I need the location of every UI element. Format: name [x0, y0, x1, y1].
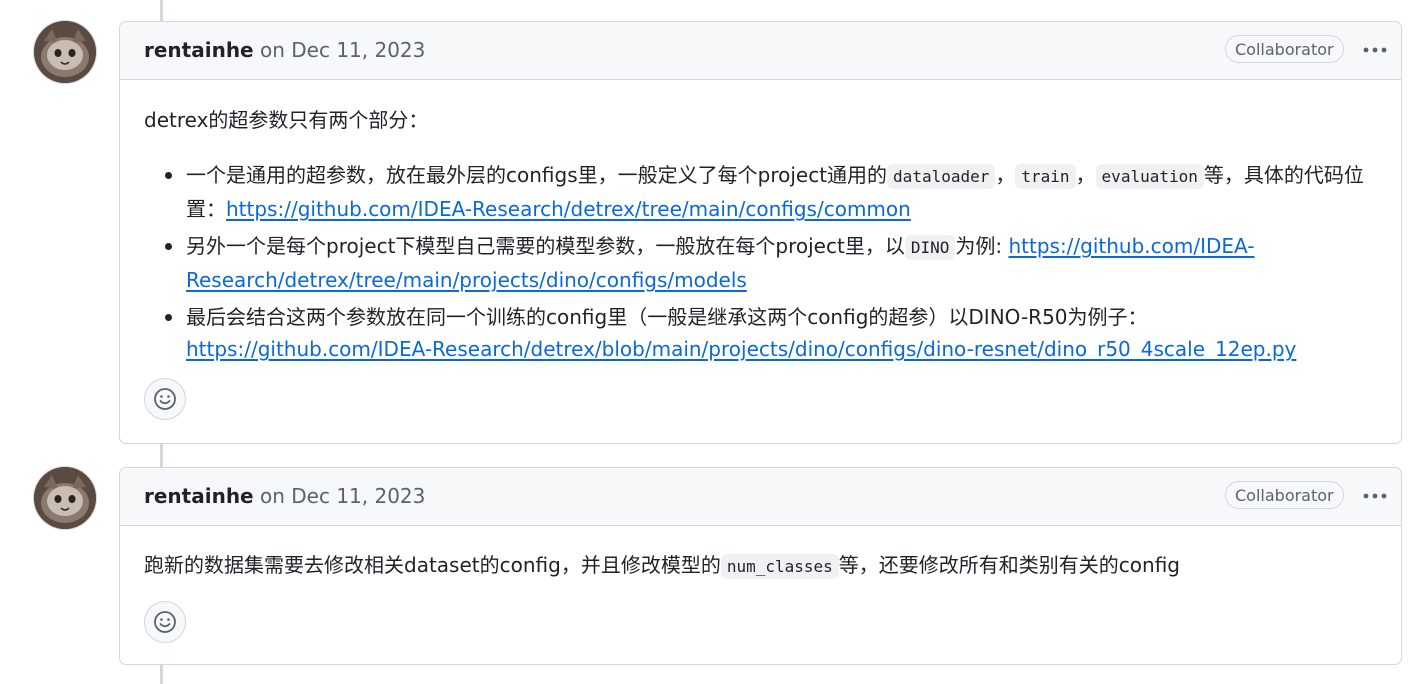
list-item-text: ，: [995, 163, 1016, 187]
comment-timestamp[interactable]: on Dec 11, 2023: [260, 38, 425, 62]
comment-header: rentainhe on Dec 11, 2023 Collaborator: [120, 468, 1401, 526]
comment-box: rentainhe on Dec 11, 2023 Collaborator d…: [119, 21, 1402, 444]
list-item-text: 最后会结合这两个参数放在同一个训练的config里（一般是继承这两个config…: [186, 305, 1148, 329]
dino-r50-config-link[interactable]: https://github.com/IDEA-Research/detrex/…: [186, 337, 1296, 361]
common-configs-link[interactable]: https://github.com/IDEA-Research/detrex/…: [226, 197, 911, 221]
author-link[interactable]: rentainhe: [144, 484, 254, 508]
inline-code: DINO: [904, 235, 956, 260]
comment-box: rentainhe on Dec 11, 2023 Collaborator 跑…: [119, 467, 1402, 665]
list-item: 另外一个是每个project下模型自己需要的模型参数，一般放在每个project…: [144, 230, 1374, 296]
author-line: rentainhe on Dec 11, 2023: [144, 22, 425, 79]
add-reaction-button[interactable]: [144, 601, 186, 643]
comment-text-part: 等，还要修改所有和类别有关的config: [838, 553, 1180, 577]
comment-list: 一个是通用的超参数，放在最外层的configs里，一般定义了每个project通…: [144, 159, 1374, 365]
list-item: 一个是通用的超参数，放在最外层的configs里，一般定义了每个project通…: [144, 159, 1374, 225]
collaborator-badge: Collaborator: [1225, 481, 1344, 509]
author-line: rentainhe on Dec 11, 2023: [144, 468, 425, 525]
list-item-text: 一个是通用的超参数，放在最外层的configs里，一般定义了每个project通…: [186, 163, 888, 187]
smiley-icon: [154, 388, 176, 410]
list-item-text: 另外一个是每个project下模型自己需要的模型参数，一般放在每个project…: [186, 234, 905, 258]
author-avatar[interactable]: [34, 21, 96, 83]
comment-timestamp[interactable]: on Dec 11, 2023: [260, 484, 425, 508]
list-item-text: ，: [1075, 163, 1096, 187]
kebab-horizontal-icon[interactable]: [1358, 482, 1392, 510]
inline-code: train: [1015, 164, 1076, 189]
author-link[interactable]: rentainhe: [144, 38, 254, 62]
add-reaction-button[interactable]: [144, 378, 186, 420]
comment-intro: detrex的超参数只有两个部分：: [144, 108, 429, 132]
inline-code: evaluation: [1095, 164, 1204, 189]
inline-code: dataloader: [887, 164, 996, 189]
comment-text: 跑新的数据集需要去修改相关dataset的config，并且修改模型的 num_c…: [144, 549, 1180, 583]
comment-text-part: 跑新的数据集需要去修改相关dataset的config，并且修改模型的: [144, 553, 721, 577]
collaborator-badge: Collaborator: [1225, 35, 1344, 63]
inline-code: num_classes: [720, 554, 839, 579]
smiley-icon: [154, 611, 176, 633]
author-avatar[interactable]: [34, 467, 96, 529]
kebab-horizontal-icon[interactable]: [1358, 36, 1392, 64]
comment-header: rentainhe on Dec 11, 2023 Collaborator: [120, 22, 1401, 80]
list-item-text: 为例:: [955, 234, 1009, 258]
list-item: 最后会结合这两个参数放在同一个训练的config里（一般是继承这两个config…: [144, 301, 1374, 365]
